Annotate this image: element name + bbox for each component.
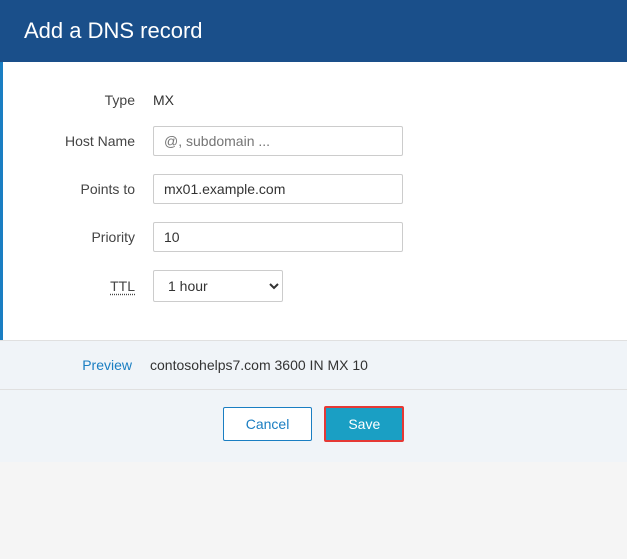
points-to-label: Points to — [43, 181, 153, 197]
points-to-row: Points to — [43, 174, 587, 204]
points-to-input[interactable] — [153, 174, 403, 204]
page-header: Add a DNS record — [0, 0, 627, 62]
form-content: Type MX Host Name Points to Priority TTL… — [0, 62, 627, 340]
preview-section: Preview contosohelps7.com 3600 IN MX 10 — [0, 341, 627, 389]
ttl-label: TTL — [43, 278, 153, 294]
type-row: Type MX — [43, 92, 587, 108]
preview-label: Preview — [40, 357, 150, 373]
type-label: Type — [43, 92, 153, 108]
priority-input[interactable] — [153, 222, 403, 252]
button-section: Cancel Save — [0, 389, 627, 462]
priority-row: Priority — [43, 222, 587, 252]
cancel-button[interactable]: Cancel — [223, 407, 313, 441]
hostname-input[interactable] — [153, 126, 403, 156]
hostname-label: Host Name — [43, 133, 153, 149]
priority-label: Priority — [43, 229, 153, 245]
type-value: MX — [153, 92, 174, 108]
save-button[interactable]: Save — [324, 406, 404, 442]
hostname-row: Host Name — [43, 126, 587, 156]
ttl-row: TTL 1 hour 30 minutes 2 hours 4 hours 8 … — [43, 270, 587, 302]
preview-value: contosohelps7.com 3600 IN MX 10 — [150, 357, 368, 373]
ttl-select[interactable]: 1 hour 30 minutes 2 hours 4 hours 8 hour… — [153, 270, 283, 302]
page-title: Add a DNS record — [24, 18, 603, 44]
